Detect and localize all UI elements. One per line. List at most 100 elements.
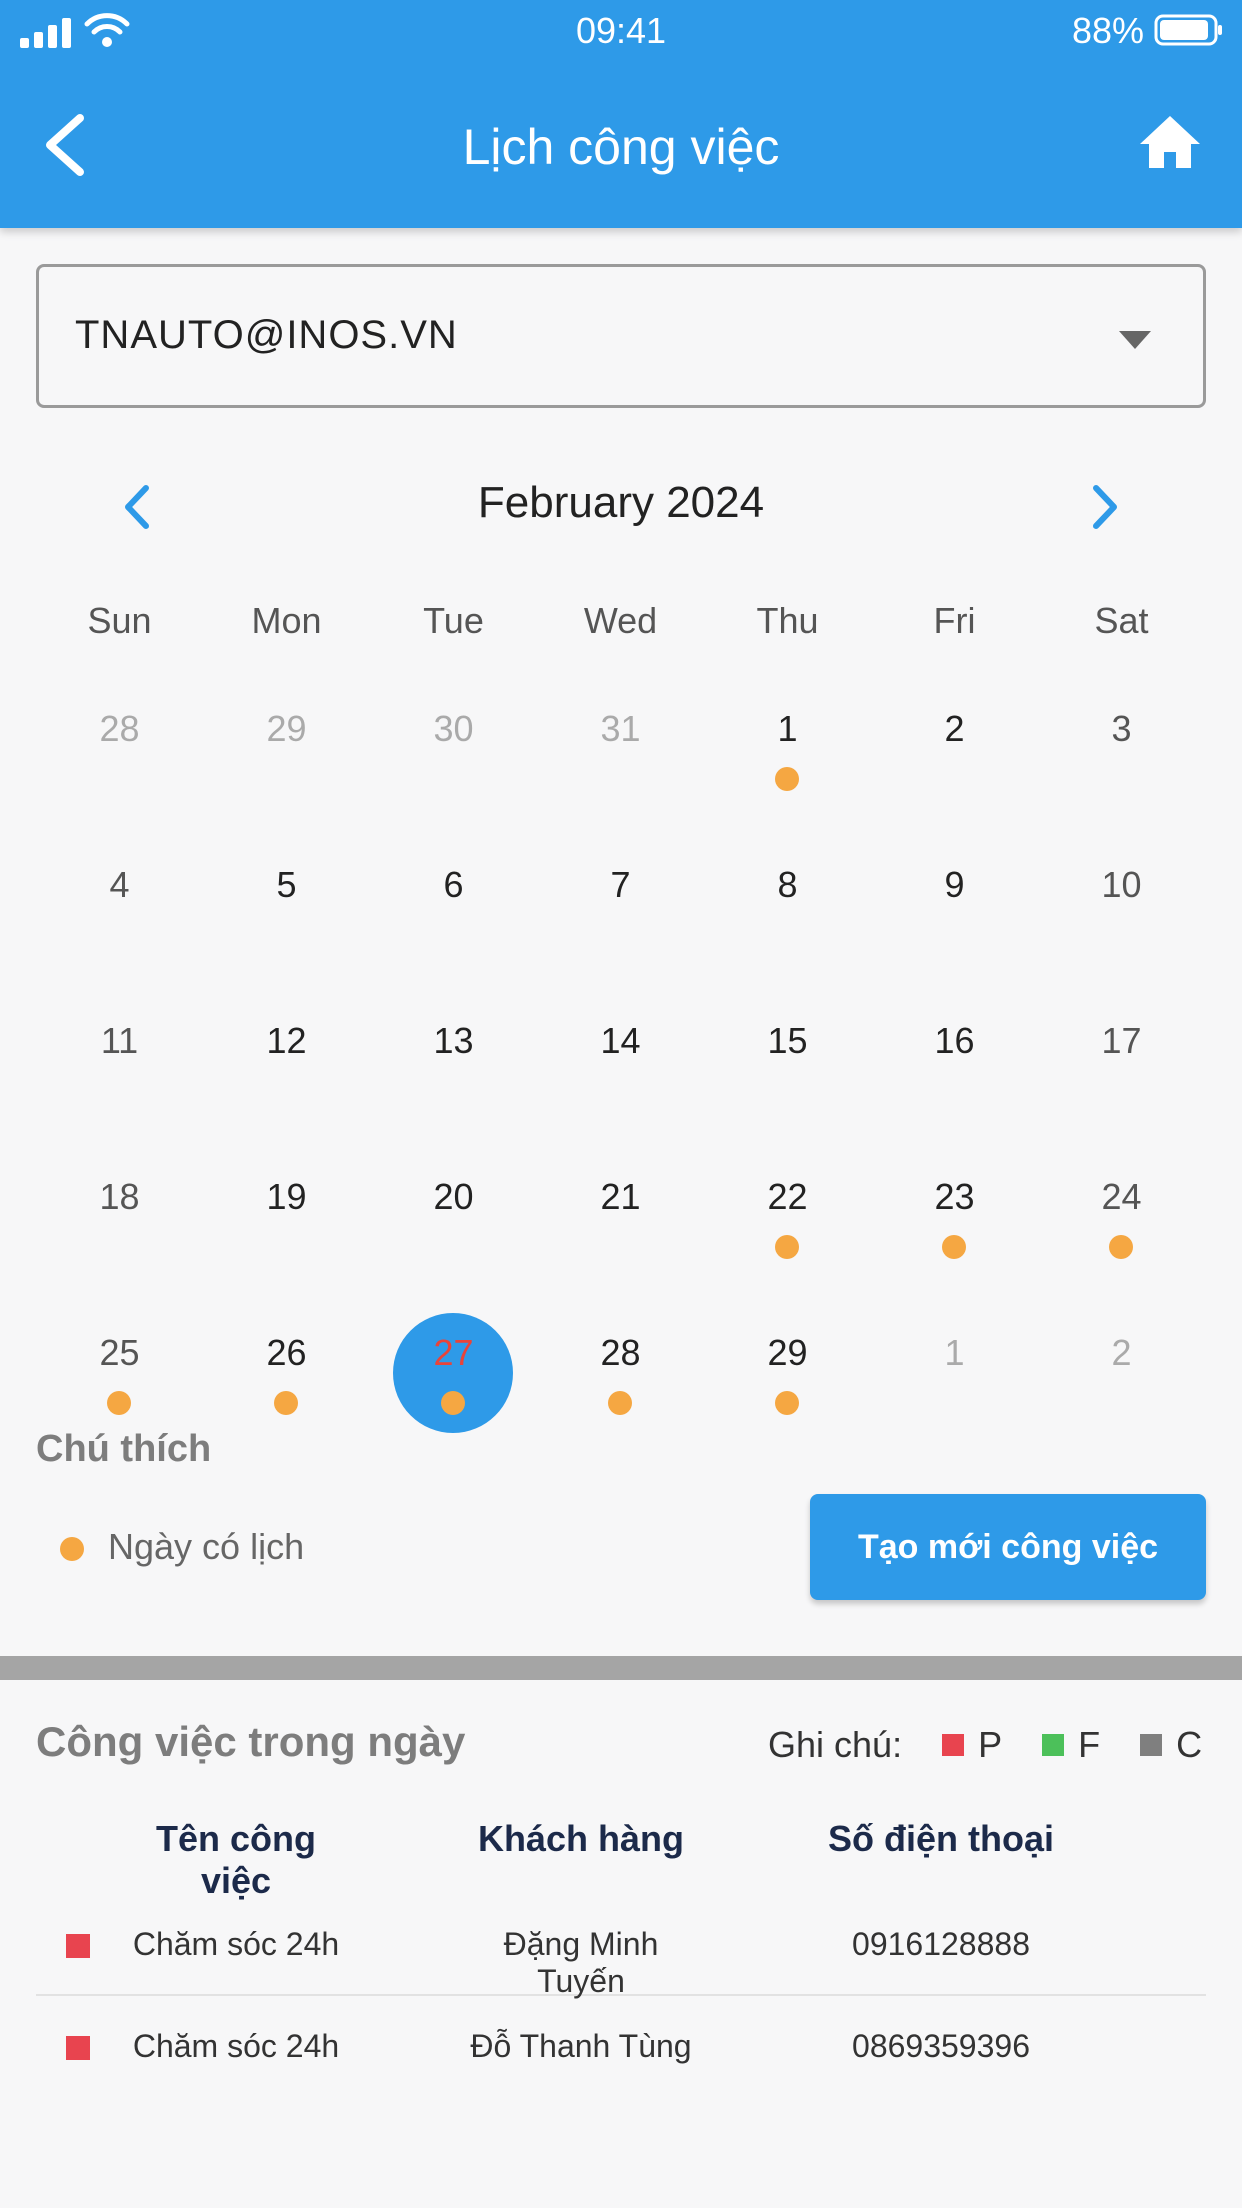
section-divider — [0, 1656, 1242, 1680]
weekday-label: Sun — [87, 600, 152, 641]
customer-name: Đặng Minh Tuyến — [503, 1926, 659, 1999]
status-marker — [66, 1934, 90, 1958]
calendar-day[interactable]: 29 — [203, 668, 370, 824]
legend-item-label: Ngày có lịch — [108, 1526, 305, 1567]
day-number: 21 — [600, 1176, 641, 1217]
day-number: 7 — [610, 864, 631, 905]
customer-name: Đỗ Thanh Tùng — [470, 2028, 692, 2064]
day-number: 27 — [433, 1332, 474, 1373]
day-number: 9 — [944, 864, 965, 905]
calendar-day[interactable]: 18 — [36, 1136, 203, 1292]
table-row[interactable]: Chăm sóc 24h Đặng Minh Tuyến 0916128888 — [36, 1896, 1206, 1999]
create-task-button[interactable]: Tạo mới công việc — [810, 1494, 1206, 1600]
phone-number: 0916128888 — [852, 1926, 1030, 1962]
day-number: 17 — [1101, 1020, 1142, 1061]
calendar-day[interactable]: 28 — [36, 668, 203, 824]
event-dot-icon — [274, 1391, 298, 1415]
account-dropdown[interactable]: TNAUTO@INOS.VN — [36, 264, 1206, 408]
calendar-day[interactable]: 1 — [704, 668, 871, 824]
chevron-right-icon[interactable] — [1082, 482, 1126, 532]
calendar-day[interactable]: 2 — [1038, 1292, 1205, 1448]
status-note: Ghi chú: P F C — [768, 1722, 1202, 1768]
status-swatch-icon — [942, 1734, 965, 1756]
event-dot-icon — [1109, 1235, 1133, 1259]
weekday-label: Tue — [423, 600, 484, 641]
calendar-day[interactable]: 3 — [1038, 668, 1205, 824]
account-value: TNAUTO@INOS.VN — [75, 313, 458, 357]
calendar-day[interactable]: 11 — [36, 980, 203, 1136]
calendar-day[interactable]: 19 — [203, 1136, 370, 1292]
home-icon[interactable] — [1138, 110, 1202, 174]
day-number: 11 — [100, 1020, 139, 1061]
calendar-day[interactable]: 26 — [203, 1292, 370, 1448]
event-dot-icon — [775, 1391, 799, 1415]
day-number: 1 — [944, 1332, 965, 1373]
legend-title: Chú thích — [36, 1428, 212, 1470]
column-header-task: Tên công việc — [156, 1818, 316, 1901]
status-label: P — [978, 1724, 1003, 1765]
calendar-week-row: 28 29 30 31 1 2 3 — [36, 668, 1206, 824]
calendar-day[interactable]: 13 — [370, 980, 537, 1136]
day-number: 29 — [266, 708, 307, 749]
calendar-day[interactable]: 7 — [537, 824, 704, 980]
top-bar: 09:41 88% Lịch công việc — [0, 0, 1242, 228]
calendar-day[interactable]: 31 — [537, 668, 704, 824]
event-dot-icon — [942, 1235, 966, 1259]
calendar-week-row: 18 19 20 21 22 23 24 — [36, 1136, 1206, 1292]
day-number: 25 — [99, 1332, 140, 1373]
day-number: 3 — [1111, 708, 1132, 749]
column-header-customer: Khách hàng — [477, 1818, 684, 1859]
page-title: Lịch công việc — [462, 119, 780, 175]
calendar-day[interactable]: 24 — [1038, 1136, 1205, 1292]
calendar-day[interactable]: 14 — [537, 980, 704, 1136]
calendar-day[interactable]: 1 — [871, 1292, 1038, 1448]
calendar-day[interactable]: 23 — [871, 1136, 1038, 1292]
calendar-day[interactable]: 20 — [370, 1136, 537, 1292]
calendar-day[interactable]: 4 — [36, 824, 203, 980]
day-number: 15 — [767, 1020, 808, 1061]
task-name: Chăm sóc 24h — [132, 2028, 340, 2064]
event-dot-icon — [107, 1391, 131, 1415]
calendar-day[interactable]: 10 — [1038, 824, 1205, 980]
calendar-day[interactable]: 16 — [871, 980, 1038, 1136]
day-number: 28 — [99, 708, 140, 749]
day-number: 10 — [1101, 864, 1142, 905]
weekday-header: Sun Mon Tue Wed Thu Fri Sat — [36, 600, 1206, 660]
calendar-day[interactable]: 21 — [537, 1136, 704, 1292]
calendar-day[interactable]: 5 — [203, 824, 370, 980]
calendar-day[interactable]: 30 — [370, 668, 537, 824]
status-swatch-icon — [1140, 1734, 1163, 1756]
calendar-week-row: 11 12 13 14 15 16 17 — [36, 980, 1206, 1136]
day-number: 26 — [266, 1332, 307, 1373]
calendar-day-selected[interactable]: 27 — [370, 1292, 537, 1448]
event-dot-icon — [608, 1391, 632, 1415]
calendar-day[interactable]: 6 — [370, 824, 537, 980]
calendar-day[interactable]: 28 — [537, 1292, 704, 1448]
weekday-label: Wed — [583, 600, 658, 641]
day-number: 22 — [767, 1176, 808, 1217]
calendar-header: February 2024 — [36, 460, 1206, 550]
day-number: 16 — [934, 1020, 975, 1061]
event-dot-icon — [775, 1235, 799, 1259]
calendar-day[interactable]: 25 — [36, 1292, 203, 1448]
calendar-day[interactable]: 22 — [704, 1136, 871, 1292]
legend-dot-icon — [60, 1537, 84, 1561]
day-number: 31 — [600, 708, 641, 749]
app-bar: Lịch công việc — [0, 62, 1242, 228]
calendar-day[interactable]: 12 — [203, 980, 370, 1136]
calendar-day[interactable]: 15 — [704, 980, 871, 1136]
table-row[interactable]: Chăm sóc 24h Đỗ Thanh Tùng 0869359396 — [36, 1998, 1206, 2098]
day-number: 4 — [109, 864, 130, 905]
day-number: 6 — [443, 864, 464, 905]
weekday-label: Sat — [1094, 600, 1149, 641]
dropdown-caret-icon — [1119, 331, 1151, 349]
day-number: 30 — [433, 708, 474, 749]
day-number: 24 — [1101, 1176, 1142, 1217]
calendar-day[interactable]: 2 — [871, 668, 1038, 824]
calendar-day[interactable]: 17 — [1038, 980, 1205, 1136]
day-number: 23 — [934, 1176, 975, 1217]
calendar-day[interactable]: 9 — [871, 824, 1038, 980]
calendar-day[interactable]: 29 — [704, 1292, 871, 1448]
calendar-day[interactable]: 8 — [704, 824, 871, 980]
status-bar: 09:41 88% — [0, 0, 1242, 62]
